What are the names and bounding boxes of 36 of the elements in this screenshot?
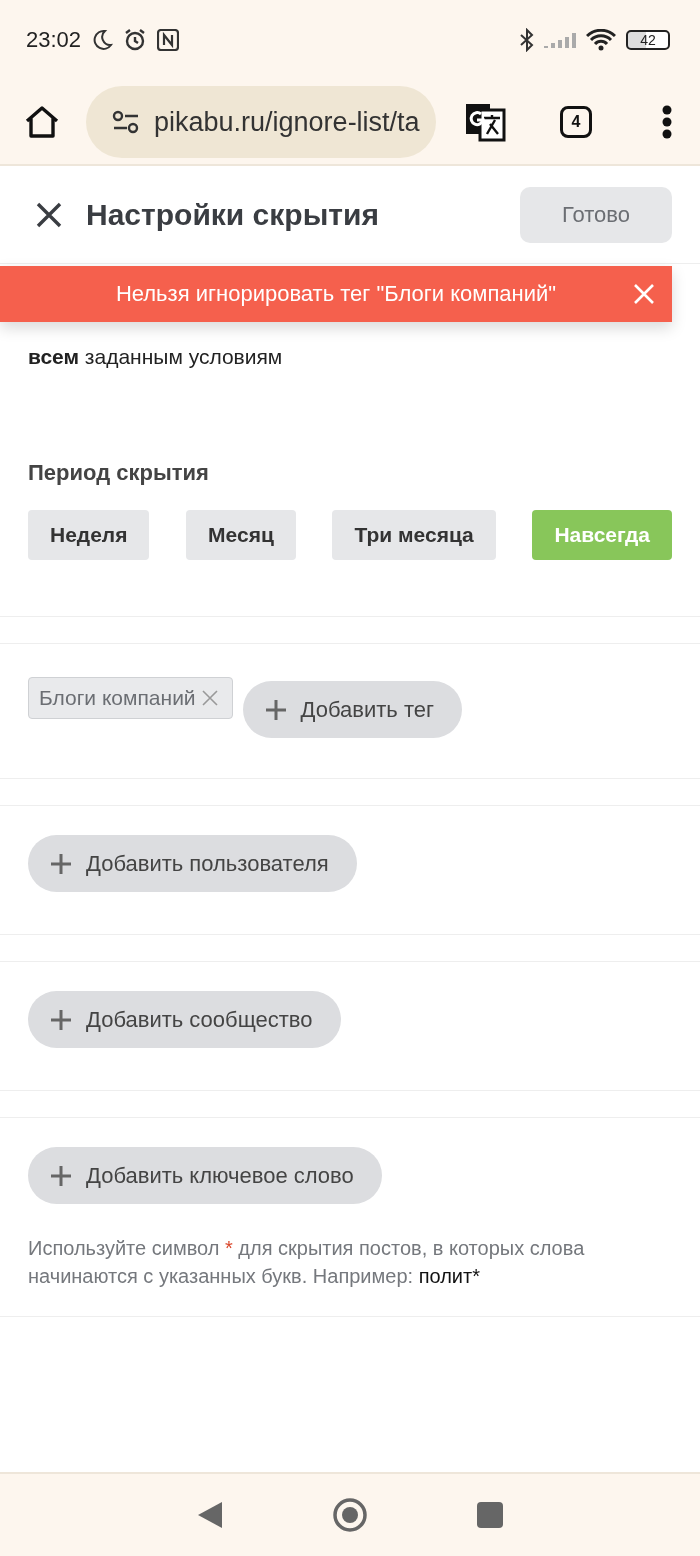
nfc-icon — [157, 29, 180, 51]
hint-text: Используйте символ * для скрытия постов, в которых слова начинаются с указанных букв. Например: полит* — [28, 1236, 586, 1289]
back-icon[interactable] — [196, 1500, 224, 1530]
period-option[interactable]: Месяц — [186, 510, 296, 560]
more-icon[interactable] — [662, 105, 672, 139]
period-option[interactable]: Неделя — [28, 510, 150, 560]
add-tag-button[interactable]: Добавить тег — [242, 681, 463, 738]
wifi-icon — [586, 29, 616, 51]
home-icon[interactable] — [24, 105, 60, 139]
tag-chip: Блоги компаний — [28, 677, 233, 719]
battery-indicator: 42 — [626, 30, 670, 50]
signal-icon — [544, 30, 576, 50]
moon-icon — [91, 29, 114, 51]
plus-icon — [50, 1164, 72, 1187]
toast-message: Нельзя игнорировать тег "Блоги компаний" — [115, 281, 557, 307]
bluetooth-icon — [520, 28, 534, 52]
dialog-title: Настройки скрытия — [86, 197, 380, 232]
done-button[interactable]: Готово — [520, 186, 672, 243]
plus-icon — [50, 1008, 72, 1031]
translate-icon[interactable] — [464, 102, 506, 142]
add-keyword-button[interactable]: Добавить ключевое слово — [28, 1147, 382, 1204]
url-text: pikabu.ru/ignore-list/ta — [154, 106, 420, 138]
period-title: Период скрытия — [28, 460, 210, 486]
description-text: всем заданным условиям — [28, 344, 284, 370]
clock-time: 23:02 — [26, 27, 82, 53]
address-bar[interactable]: pikabu.ru/ignore-list/ta — [86, 86, 436, 158]
close-icon[interactable] — [36, 201, 62, 228]
period-option[interactable]: Три месяца — [332, 510, 496, 560]
plus-icon — [264, 698, 287, 721]
tab-switcher-button[interactable]: 4 — [560, 106, 592, 138]
toast-close-button[interactable] — [632, 282, 656, 306]
add-community-button[interactable]: Добавить сообщество — [28, 991, 341, 1048]
recents-icon[interactable] — [476, 1501, 504, 1529]
plus-icon — [50, 852, 72, 875]
site-settings-icon[interactable] — [112, 110, 140, 134]
add-user-button[interactable]: Добавить пользователя — [28, 835, 357, 892]
